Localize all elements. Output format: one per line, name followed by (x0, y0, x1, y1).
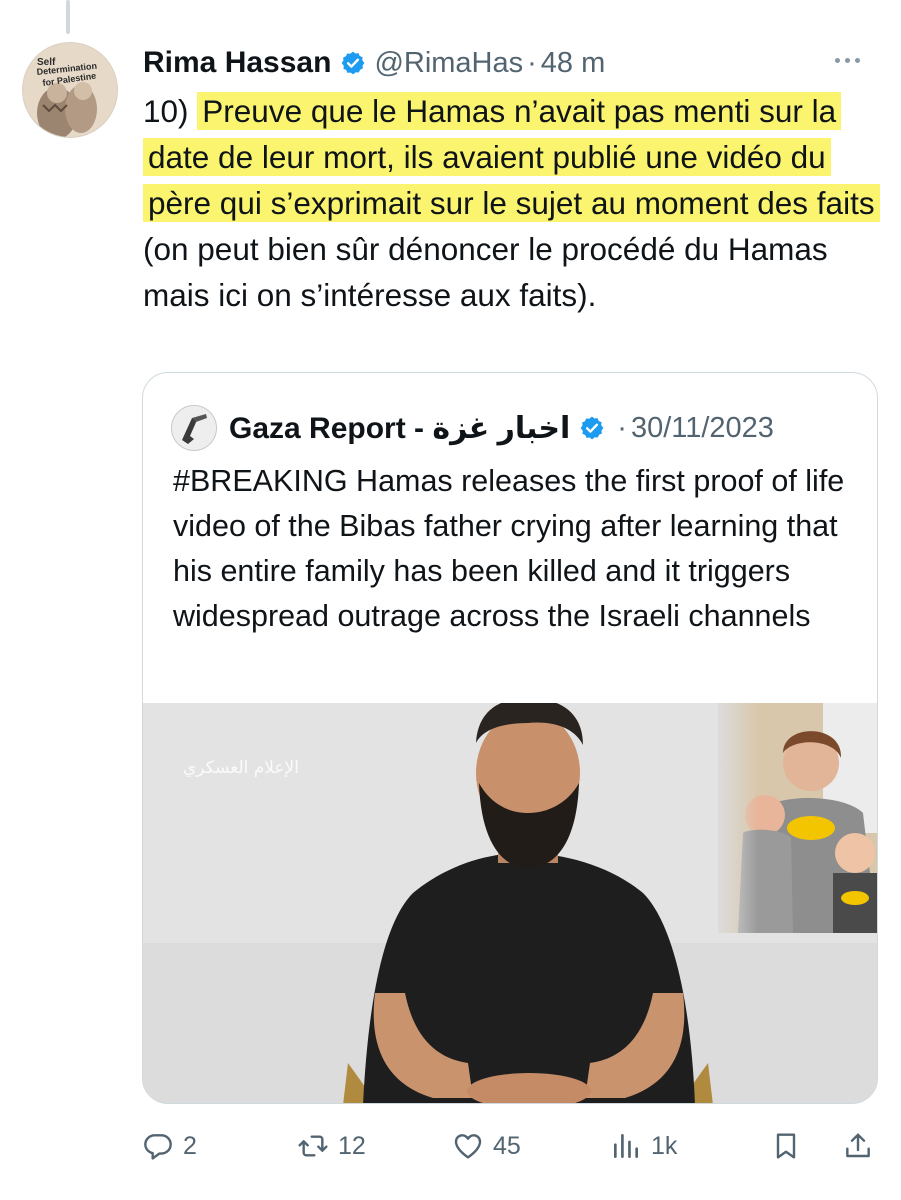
author-name[interactable]: Rima Hassan (143, 46, 331, 80)
verified-badge-icon (342, 51, 365, 75)
views-count: 1k (651, 1131, 678, 1160)
media-image: الإعلام العسكري (143, 703, 877, 1103)
retweet-icon (298, 1135, 328, 1157)
reply-icon (144, 1134, 172, 1160)
bookmark-button[interactable] (770, 1124, 802, 1168)
reply-button[interactable]: 2 (142, 1124, 197, 1168)
media-watermark: الإعلام العسكري (183, 758, 299, 778)
tweet-text-prefix: 10) (143, 93, 198, 129)
tweet-action-bar: 2 12 45 1k (142, 1124, 877, 1168)
gun-logo-icon (172, 406, 216, 450)
quoted-tweet-date: 30/11/2023 (630, 411, 774, 444)
tweet-timestamp[interactable]: 48 m (541, 47, 605, 80)
share-icon (846, 1133, 870, 1158)
tweet-text-rest: (on peut bien sûr dénoncer le procédé du… (143, 231, 828, 313)
quoted-header-separator: · (617, 411, 627, 444)
reply-count: 2 (183, 1131, 197, 1160)
heart-icon (454, 1134, 482, 1159)
retweet-count: 12 (338, 1131, 366, 1160)
quoted-author-name[interactable]: Gaza Report - اخبار غزة (229, 411, 570, 446)
author-handle[interactable]: @RimaHas (374, 47, 523, 80)
quoted-verified-badge-icon (580, 416, 604, 440)
retweet-button[interactable]: 12 (297, 1124, 366, 1168)
quoted-author-avatar[interactable] (171, 405, 217, 451)
tweet-text: 10) Preuve que le Hamas n’avait pas ment… (143, 88, 883, 318)
quoted-tweet-card[interactable]: Gaza Report - اخبار غزة · 30/11/2023 #BR… (142, 372, 878, 1104)
thread-connector-line (66, 0, 70, 34)
like-count: 45 (493, 1131, 521, 1160)
avatar-image: Self Determination for Palestine (23, 43, 117, 137)
share-button[interactable] (842, 1124, 874, 1168)
quoted-tweet-media[interactable]: الإعلام العسكري (143, 703, 877, 1103)
author-avatar[interactable]: Self Determination for Palestine (22, 42, 118, 138)
header-separator: · (527, 46, 537, 79)
views-bar-chart-icon (614, 1134, 638, 1158)
more-options-icon[interactable] (835, 50, 863, 70)
views-button[interactable]: 1k (610, 1124, 677, 1168)
highlighted-text: Preuve que le Hamas n’avait pas menti su… (143, 92, 880, 222)
quoted-tweet-text: #BREAKING Hamas releases the first proof… (173, 464, 845, 633)
like-button[interactable]: 45 (452, 1124, 521, 1168)
tweet-header: Rima Hassan @RimaHas · 48 m (143, 44, 605, 82)
quoted-tweet-header: Gaza Report - اخبار غزة · 30/11/2023 (171, 405, 774, 451)
bookmark-icon (776, 1133, 796, 1159)
